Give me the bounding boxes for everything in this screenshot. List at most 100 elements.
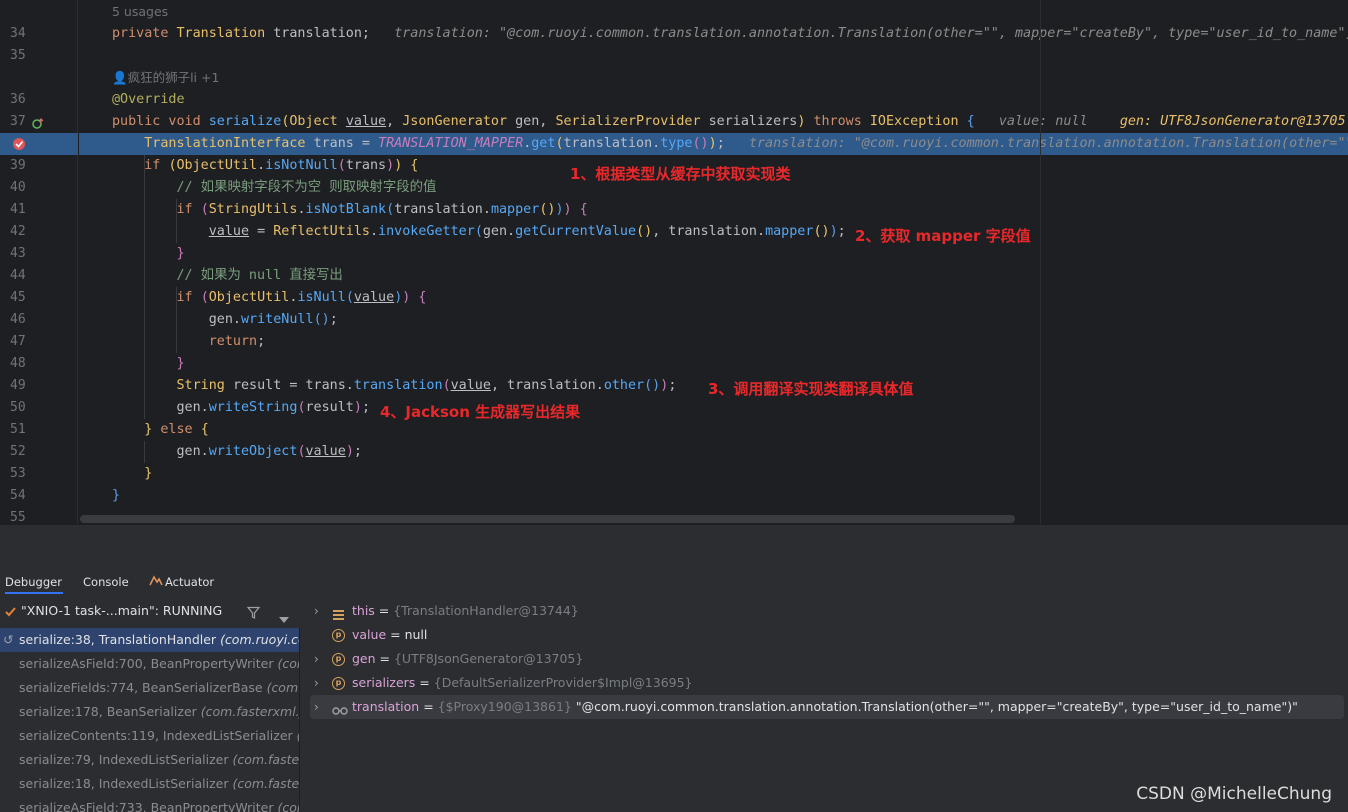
code-token: ) { xyxy=(402,290,427,305)
code-token: ) { xyxy=(394,158,419,173)
breakpoint-icon[interactable] xyxy=(12,137,26,151)
author-hint[interactable]: 👤疯狂的狮子li +1 xyxy=(112,67,219,89)
thread-name: "XNIO-1 task-...main": RUNNING xyxy=(21,603,223,618)
code-token: Translation xyxy=(176,26,274,41)
step-back-icon: ↺ xyxy=(3,632,14,647)
code-token: ; xyxy=(668,378,677,393)
code-token: value xyxy=(305,444,346,459)
thread-selector[interactable]: "XNIO-1 task-...main": RUNNING xyxy=(0,599,300,623)
variable-row-this[interactable]: › this = {TranslationHandler@13744} xyxy=(310,599,1344,623)
frame-package: (com.fa xyxy=(266,680,299,695)
frame-method: serialize:178, BeanSerializer xyxy=(19,704,197,719)
code-token: } xyxy=(176,246,185,261)
code-token: return xyxy=(208,334,258,349)
code-token: ( xyxy=(442,378,451,393)
code-token: StringUtils xyxy=(208,202,298,217)
frame-item-selected[interactable]: ↺ serialize:38, TranslationHandler (com.… xyxy=(0,628,300,652)
code-token: ) xyxy=(555,202,564,217)
code-token: ( xyxy=(555,136,564,151)
editor-split-divider[interactable] xyxy=(1040,0,1041,524)
variable-row-serializers[interactable]: › p serializers = {DefaultSerializerProv… xyxy=(310,671,1344,695)
frame-method: serializeFields:774, BeanSerializerBase xyxy=(19,680,263,695)
frame-item[interactable]: serializeContents:119, IndexedListSerial… xyxy=(0,724,299,748)
chevron-right-icon[interactable]: › xyxy=(314,647,319,671)
line-number: 40 xyxy=(10,180,26,195)
code-token: gen, xyxy=(515,114,556,129)
code-line: if (StringUtils.isNotBlank(translation.m… xyxy=(79,199,1348,221)
line-number: 52 xyxy=(10,444,26,459)
code-token: value xyxy=(353,290,395,305)
filter-icon[interactable] xyxy=(246,604,261,623)
tab-label: Debugger xyxy=(5,575,62,589)
frame-item[interactable]: serialize:79, IndexedListSerializer (com… xyxy=(0,748,299,772)
variable-row-gen[interactable]: › p gen = {UTF8JsonGenerator@13705} xyxy=(310,647,1344,671)
code-editor[interactable]: 34 35 36 37 39 40 41 42 43 44 45 46 47 4… xyxy=(0,0,1348,524)
tab-actuator[interactable]: Actuator xyxy=(149,570,229,594)
variable-row-translation[interactable]: › translation = {$Proxy190@13861} "@com.… xyxy=(310,695,1344,719)
override-gutter-icon[interactable] xyxy=(32,116,44,129)
code-token: = xyxy=(249,224,274,239)
code-line: if (ObjectUtil.isNull(value)) { xyxy=(79,287,1348,309)
frame-item[interactable]: serialize:18, IndexedListSerializer (com… xyxy=(0,772,299,796)
chevron-right-icon[interactable]: › xyxy=(314,695,319,719)
debug-tool-window: Debugger Console Actuator "XNIO-1 task-.… xyxy=(0,524,1348,812)
code-token: ; xyxy=(837,224,846,239)
tab-console[interactable]: Console xyxy=(83,570,133,594)
usages-hint[interactable]: 5 usages xyxy=(112,1,168,23)
horizontal-scrollbar[interactable] xyxy=(80,515,1015,523)
tab-debugger[interactable]: Debugger xyxy=(5,570,63,594)
variable-row-value[interactable]: p value = null xyxy=(310,623,1344,647)
code-token: } xyxy=(176,356,185,371)
code-token: public void xyxy=(112,114,209,129)
code-token: , translation. xyxy=(652,224,766,239)
code-token: throws xyxy=(813,114,870,129)
frame-item[interactable]: serializeFields:774, BeanSerializerBase … xyxy=(0,676,299,700)
chevron-down-icon[interactable] xyxy=(279,608,289,627)
code-line: private Translation translation; transla… xyxy=(79,23,1348,45)
frame-method: serialize:79, IndexedListSerializer xyxy=(19,752,229,767)
parameter-icon: p xyxy=(332,677,345,690)
chevron-right-icon[interactable]: › xyxy=(314,671,319,695)
field-list-icon xyxy=(332,605,345,620)
variable-ref: {UTF8JsonGenerator@13705} xyxy=(393,651,584,666)
actuator-icon xyxy=(149,570,165,594)
editor-gutter[interactable]: 34 35 36 37 39 40 41 42 43 44 45 46 47 4… xyxy=(0,0,78,524)
code-line: gen.writeObject(value); xyxy=(79,441,1348,463)
frame-item[interactable]: serializeAsField:733, BeanPropertyWriter… xyxy=(0,796,299,812)
code-token: Object xyxy=(289,114,346,129)
code-token: value xyxy=(345,114,387,129)
code-token: ( xyxy=(337,158,346,173)
frame-package: (com.fasterxml.jac xyxy=(200,704,300,719)
line-number: 54 xyxy=(10,488,26,503)
chevron-right-icon[interactable]: › xyxy=(314,599,319,623)
code-line: } xyxy=(79,463,1348,485)
code-token: result xyxy=(305,400,354,415)
code-token: other xyxy=(603,378,645,393)
line-number: 41 xyxy=(10,202,26,217)
line-number: 50 xyxy=(10,400,26,415)
code-token: ) xyxy=(345,444,354,459)
variables-tree[interactable]: › this = {TranslationHandler@13744} p va… xyxy=(300,599,1348,812)
line-number: 37 xyxy=(0,111,78,133)
code-token: if xyxy=(176,202,201,217)
code-line: return; xyxy=(79,331,1348,353)
code-token: , translation. xyxy=(490,378,604,393)
code-token: ObjectUtil xyxy=(176,158,258,173)
code-token: gen. xyxy=(112,400,209,415)
code-line: gen.writeString(result); xyxy=(79,397,1348,419)
code-token: ( xyxy=(200,290,209,305)
code-area[interactable]: 5 usages private Translation translation… xyxy=(79,0,1348,524)
code-token: serialize xyxy=(208,114,282,129)
frames-list[interactable]: ↺ serialize:38, TranslationHandler (com.… xyxy=(0,628,300,812)
code-token: ) { xyxy=(563,202,588,217)
frame-package: (com.ruoyi.co xyxy=(220,632,300,647)
line-number: 36 xyxy=(10,92,26,107)
frame-item[interactable]: serialize:178, BeanSerializer (com.faste… xyxy=(0,700,300,724)
line-number: 39 xyxy=(10,158,26,173)
code-token: . xyxy=(257,158,266,173)
line-number: 51 xyxy=(10,422,26,437)
frame-item[interactable]: serializeAsField:700, BeanPropertyWriter… xyxy=(0,652,299,676)
